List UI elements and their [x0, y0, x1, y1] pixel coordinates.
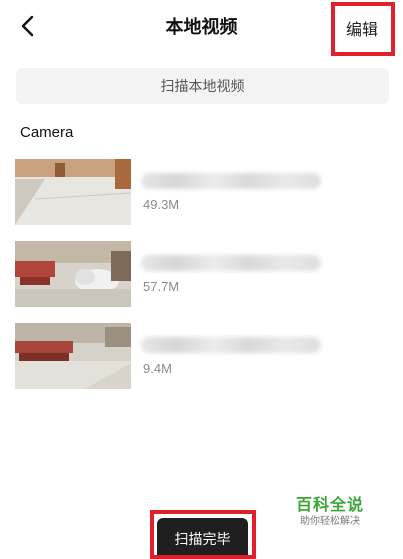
folder-title: Camera [20, 124, 74, 141]
video-name-blurred [141, 173, 321, 189]
video-size: 57.7M [143, 279, 180, 294]
video-size: 9.4M [143, 361, 172, 376]
video-size: 49.3M [143, 197, 180, 212]
video-thumbnail [15, 159, 131, 225]
watermark-subtitle: 助你轻松解决 [300, 516, 360, 527]
watermark-title: 百科全说 [295, 495, 364, 514]
video-thumbnail [15, 323, 131, 389]
local-video-page: 本地视频 编辑 扫描本地视频 Camera 49.3M 57.7M 9.4M 百… [0, 0, 403, 559]
video-list-item[interactable]: 9.4M [15, 323, 390, 389]
video-name-blurred [141, 255, 321, 271]
top-bar: 本地视频 编辑 [0, 0, 403, 56]
video-thumbnail [15, 241, 131, 307]
video-name-blurred [141, 337, 321, 353]
video-list-item[interactable]: 49.3M [15, 159, 390, 225]
watermark-logo: 百科全说 助你轻松解决 [290, 495, 370, 529]
edit-button[interactable]: 编辑 [331, 2, 393, 54]
scan-local-videos-button[interactable]: 扫描本地视频 [16, 68, 389, 104]
video-list-item[interactable]: 57.7M [15, 241, 390, 307]
scan-complete-toast: 扫描完毕 [157, 518, 248, 559]
